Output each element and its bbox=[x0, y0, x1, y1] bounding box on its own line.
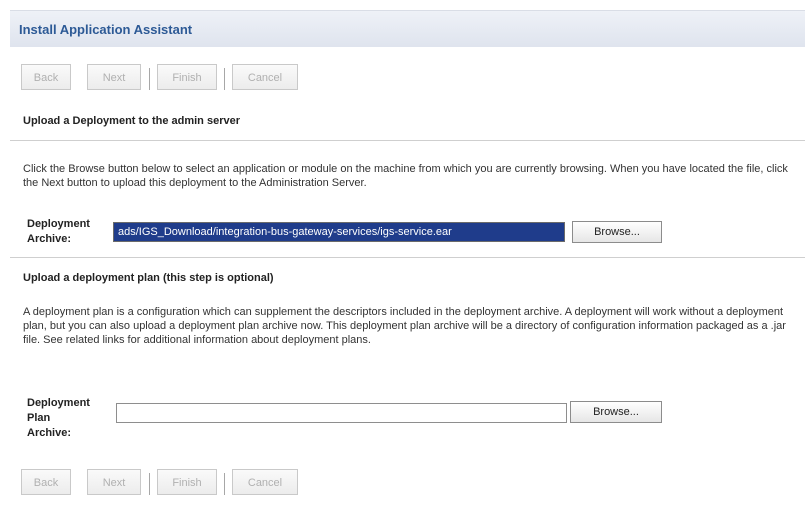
browse-archive-button[interactable]: Browse... bbox=[572, 221, 662, 243]
page-title: Install Application Assistant bbox=[19, 22, 193, 37]
next-button[interactable]: Next bbox=[87, 469, 141, 495]
button-separator bbox=[224, 473, 225, 495]
install-application-page: Install Application Assistant Back Next … bbox=[0, 0, 805, 527]
divider bbox=[10, 257, 805, 258]
cancel-button[interactable]: Cancel bbox=[232, 64, 298, 90]
upload-plan-heading: Upload a deployment plan (this step is o… bbox=[23, 272, 274, 284]
cancel-button[interactable]: Cancel bbox=[232, 469, 298, 495]
upload-deployment-description: Click the Browse button below to select … bbox=[23, 163, 788, 189]
button-separator bbox=[149, 473, 150, 495]
button-separator bbox=[224, 68, 225, 90]
deployment-plan-input[interactable] bbox=[116, 403, 567, 423]
browse-plan-button[interactable]: Browse... bbox=[570, 401, 662, 423]
button-separator bbox=[149, 68, 150, 90]
upload-deployment-heading: Upload a Deployment to the admin server bbox=[23, 115, 240, 127]
assistant-header: Install Application Assistant bbox=[10, 10, 805, 47]
back-button[interactable]: Back bbox=[21, 469, 71, 495]
divider bbox=[10, 140, 805, 141]
deployment-archive-input[interactable]: ads/IGS_Download/integration-bus-gateway… bbox=[113, 222, 565, 242]
deployment-plan-archive-label: Deployment Plan Archive: bbox=[27, 397, 90, 439]
finish-button[interactable]: Finish bbox=[157, 469, 217, 495]
deployment-archive-label: Deployment Archive: bbox=[27, 218, 90, 245]
back-button[interactable]: Back bbox=[21, 64, 71, 90]
next-button[interactable]: Next bbox=[87, 64, 141, 90]
finish-button[interactable]: Finish bbox=[157, 64, 217, 90]
upload-plan-description: A deployment plan is a configuration whi… bbox=[23, 306, 786, 346]
